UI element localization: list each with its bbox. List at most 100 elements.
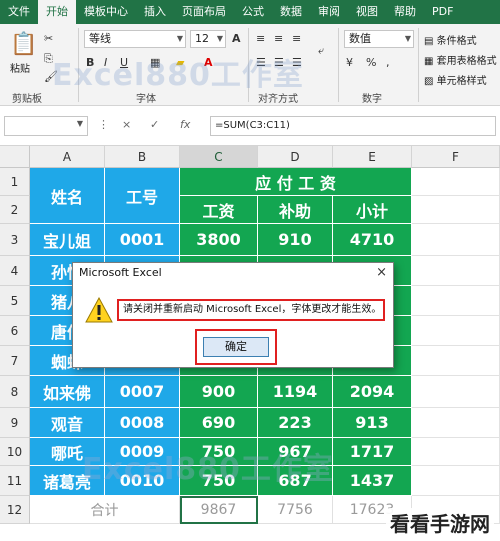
align-top-icon[interactable]: ≡ [256, 32, 265, 45]
close-icon[interactable]: × [376, 263, 387, 283]
empty-cell[interactable] [412, 376, 500, 408]
empty-cell[interactable] [412, 316, 500, 346]
table-format-button[interactable]: ▦ 套用表格格式 [424, 52, 497, 67]
tab-5[interactable]: 公式 [234, 0, 272, 24]
currency-icon[interactable]: ¥ [346, 56, 353, 69]
tab-4[interactable]: 页面布局 [174, 0, 234, 24]
wrap-text-icon[interactable]: ⤶ [318, 44, 324, 58]
salary-cell[interactable]: 750 [180, 466, 258, 496]
id-cell[interactable]: 0008 [105, 408, 180, 438]
subtotal-cell[interactable]: 1717 [333, 438, 412, 466]
subsidy-cell[interactable]: 910 [258, 224, 333, 256]
fill-color-icon[interactable]: ▰ [176, 56, 184, 69]
row-header-6[interactable]: 6 [0, 316, 30, 346]
subsidy-cell[interactable]: 967 [258, 438, 333, 466]
id-cell[interactable]: 0001 [105, 224, 180, 256]
ok-button[interactable]: 确定 [203, 337, 269, 357]
empty-cell[interactable] [412, 438, 500, 466]
header-name-cell[interactable]: 姓名 [30, 168, 105, 224]
tab-7[interactable]: 审阅 [310, 0, 348, 24]
subsidy-cell[interactable]: 1194 [258, 376, 333, 408]
column-header-f[interactable]: F [412, 146, 500, 168]
empty-cell[interactable] [412, 168, 500, 196]
header-pay-cell[interactable]: 应 付 工 资 [180, 168, 412, 196]
tab-10[interactable]: PDF [424, 0, 461, 24]
align-left-icon[interactable]: ☰ [256, 56, 266, 69]
name-box[interactable]: ▼ [4, 116, 88, 136]
copy-icon[interactable]: ⎘ [44, 52, 53, 66]
align-right-icon[interactable]: ☰ [292, 56, 302, 69]
cell-style-button[interactable]: ▨ 单元格样式 [424, 72, 487, 87]
number-format-combo[interactable]: 数值 ▼ [344, 30, 414, 48]
align-middle-icon[interactable]: ≡ [274, 32, 283, 45]
empty-cell[interactable] [412, 286, 500, 316]
name-cell[interactable]: 哪吒 [30, 438, 105, 466]
column-header-a[interactable]: A [30, 146, 105, 168]
chevron-down-icon[interactable]: ▼ [177, 31, 183, 47]
enter-icon[interactable]: ✓ [150, 118, 159, 131]
format-painter-icon[interactable]: 🖌 [44, 70, 58, 83]
salary-cell[interactable]: 750 [180, 438, 258, 466]
font-name-combo[interactable]: 等线 ▼ [84, 30, 186, 48]
subtotal-cell[interactable]: 2094 [333, 376, 412, 408]
name-cell[interactable]: 观音 [30, 408, 105, 438]
name-cell[interactable]: 诸葛亮 [30, 466, 105, 496]
subtotal-cell[interactable]: 913 [333, 408, 412, 438]
subtotal-cell[interactable]: 4710 [333, 224, 412, 256]
tab-2[interactable]: 模板中心 [76, 0, 136, 24]
tab-3[interactable]: 插入 [136, 0, 174, 24]
italic-icon[interactable]: I [104, 56, 107, 69]
row-header-10[interactable]: 10 [0, 438, 30, 466]
salary-cell[interactable]: 690 [180, 408, 258, 438]
tab-0[interactable]: 文件 [0, 0, 38, 24]
chevron-down-icon[interactable]: ▼ [217, 31, 223, 47]
row-header-4[interactable]: 4 [0, 256, 30, 286]
tab-8[interactable]: 视图 [348, 0, 386, 24]
subsidy-cell[interactable]: 223 [258, 408, 333, 438]
select-all-corner[interactable] [0, 146, 30, 168]
row-header-12[interactable]: 12 [0, 496, 30, 524]
empty-cell[interactable] [412, 346, 500, 376]
font-size-combo[interactable]: 12 ▼ [190, 30, 226, 48]
tab-9[interactable]: 帮助 [386, 0, 424, 24]
border-icon[interactable]: ▦ [150, 56, 160, 69]
percent-icon[interactable]: % [366, 56, 376, 69]
id-cell[interactable]: 0009 [105, 438, 180, 466]
empty-cell[interactable] [412, 256, 500, 286]
row-header-11[interactable]: 11 [0, 466, 30, 496]
formula-input[interactable]: =SUM(C3:C11) [210, 116, 496, 136]
conditional-format-button[interactable]: ▤ 条件格式 [424, 32, 477, 47]
header-id-cell[interactable]: 工号 [105, 168, 180, 224]
grow-font-icon[interactable]: A [232, 32, 241, 45]
header-subsidy-cell[interactable]: 补助 [258, 196, 333, 224]
total-subsidy-cell[interactable]: 7756 [258, 496, 333, 524]
font-color-icon[interactable]: A [204, 56, 213, 69]
chevron-down-icon[interactable]: ▼ [405, 31, 411, 47]
header-subtotal-cell[interactable]: 小计 [333, 196, 412, 224]
salary-cell[interactable]: 900 [180, 376, 258, 408]
row-header-8[interactable]: 8 [0, 376, 30, 408]
underline-icon[interactable]: U [120, 56, 128, 69]
empty-cell[interactable] [412, 408, 500, 438]
row-header-9[interactable]: 9 [0, 408, 30, 438]
subsidy-cell[interactable]: 687 [258, 466, 333, 496]
empty-cell[interactable] [412, 466, 500, 496]
chevron-down-icon[interactable]: ▼ [77, 119, 83, 128]
row-header-3[interactable]: 3 [0, 224, 30, 256]
column-header-c[interactable]: C [180, 146, 258, 168]
total-salary-cell[interactable]: 9867 [180, 496, 258, 524]
insert-function-icon[interactable]: fx [180, 118, 190, 131]
paste-button[interactable]: 粘贴 [10, 60, 30, 75]
column-header-b[interactable]: B [105, 146, 180, 168]
total-label-cell[interactable]: 合计 [30, 496, 180, 524]
empty-cell[interactable] [412, 196, 500, 224]
tab-6[interactable]: 数据 [272, 0, 310, 24]
tab-1[interactable]: 开始 [38, 0, 76, 24]
row-header-7[interactable]: 7 [0, 346, 30, 376]
cut-icon[interactable]: ✂ [44, 32, 53, 45]
comma-icon[interactable]: , [386, 56, 390, 69]
id-cell[interactable]: 0007 [105, 376, 180, 408]
row-header-1[interactable]: 1 [0, 168, 30, 196]
name-cell[interactable]: 宝儿姐 [30, 224, 105, 256]
align-bottom-icon[interactable]: ≡ [292, 32, 301, 45]
